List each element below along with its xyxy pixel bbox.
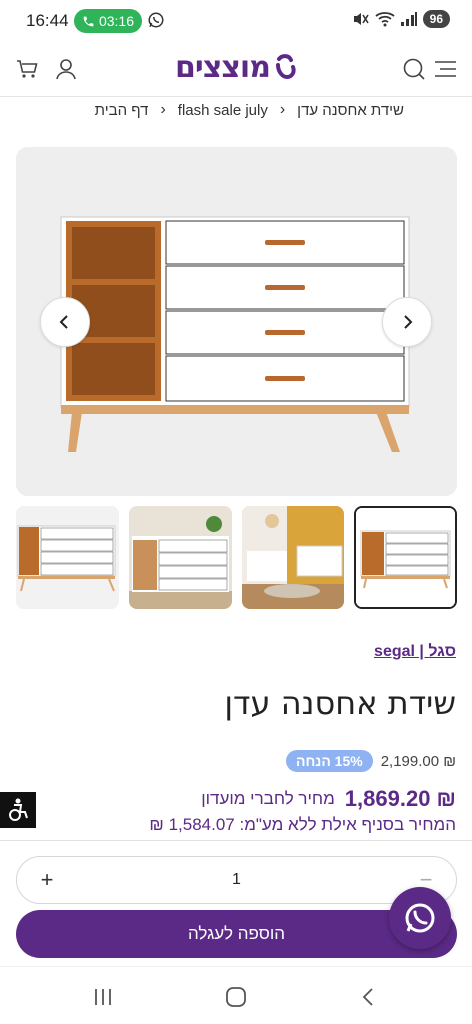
breadcrumb-item[interactable]: דף הבית [95, 102, 149, 119]
back-icon[interactable] [358, 987, 380, 1007]
gallery-next-button[interactable] [382, 297, 432, 347]
price-row: ₪ 2,199.00 15% הנחה [286, 750, 456, 772]
call-timer: 03:16 [98, 13, 135, 29]
search-icon[interactable] [401, 56, 427, 82]
breadcrumb-item-current: שידת אחסנה עדן [297, 101, 404, 119]
discount-badge: 15% הנחה [286, 750, 373, 772]
cart-icon[interactable] [14, 56, 40, 82]
accessibility-button[interactable] [0, 792, 36, 828]
menu-icon[interactable] [432, 56, 458, 82]
whatsapp-chat-button[interactable] [389, 887, 451, 949]
eilat-price: המחיר בסניף אילת ללא מע"מ: 1,584.07 ₪ [149, 815, 456, 834]
quantity-increase-button[interactable]: + [35, 867, 59, 893]
battery-indicator: 96 [422, 10, 450, 28]
home-icon[interactable] [225, 987, 247, 1007]
system-nav-bar [0, 966, 472, 1024]
quantity-stepper: + 1 − [16, 856, 457, 904]
site-header: מוצצים [0, 42, 472, 97]
whatsapp-icon [405, 903, 435, 933]
chevron-left-icon: ‹ [160, 101, 166, 118]
chevron-left-icon: ‹ [279, 101, 286, 118]
thumbnail-strip [16, 506, 457, 609]
gallery-prev-button[interactable] [40, 297, 90, 347]
status-right-icons: 96 [352, 10, 450, 28]
phone-icon [83, 16, 94, 26]
mute-icon [353, 13, 369, 25]
chevron-left-icon [59, 315, 68, 329]
whatsapp-status-icon [148, 12, 164, 28]
thumbnail-image [16, 506, 119, 609]
brand-link[interactable]: segal | סגל [374, 643, 456, 661]
thumbnail-1[interactable] [16, 506, 119, 609]
quantity-value[interactable]: 1 [232, 871, 241, 889]
breadcrumb: דף הבית ‹ flash sale july ‹ שידת אחסנה ע… [95, 99, 404, 121]
signal-icon [400, 12, 417, 26]
thumbnail-2[interactable] [128, 506, 232, 609]
recent-apps-icon[interactable] [92, 987, 114, 1007]
logo-text: מוצצים [175, 50, 271, 85]
breadcrumb-item[interactable]: flash sale july [178, 102, 268, 119]
club-price-label: מחיר לחברי מועדון [201, 789, 335, 808]
thumbnail-image [241, 506, 345, 609]
user-icon[interactable] [53, 56, 79, 82]
status-bar: 16:44 03:16 96 [0, 0, 472, 42]
accessibility-icon [9, 798, 28, 821]
thumbnail-3[interactable] [241, 506, 345, 609]
product-title: שידת אחסנה עדן [224, 684, 456, 722]
status-time: 16:44 [26, 11, 69, 30]
original-price: ₪ 2,199.00 [380, 752, 456, 770]
logo-mark-icon [275, 53, 296, 79]
thumbnail-image [128, 506, 232, 609]
chevron-right-icon [404, 315, 413, 329]
thumbnail-4-active[interactable] [354, 506, 457, 609]
site-logo[interactable]: מוצצים [175, 50, 298, 85]
call-indicator[interactable]: 03:16 [74, 9, 142, 33]
thumbnail-image [356, 508, 456, 607]
wifi-icon [375, 12, 395, 27]
club-price-row: ₪ 1,869.20 מחיר לחברי מועדון [201, 786, 456, 812]
club-price: ₪ 1,869.20 [344, 786, 456, 811]
